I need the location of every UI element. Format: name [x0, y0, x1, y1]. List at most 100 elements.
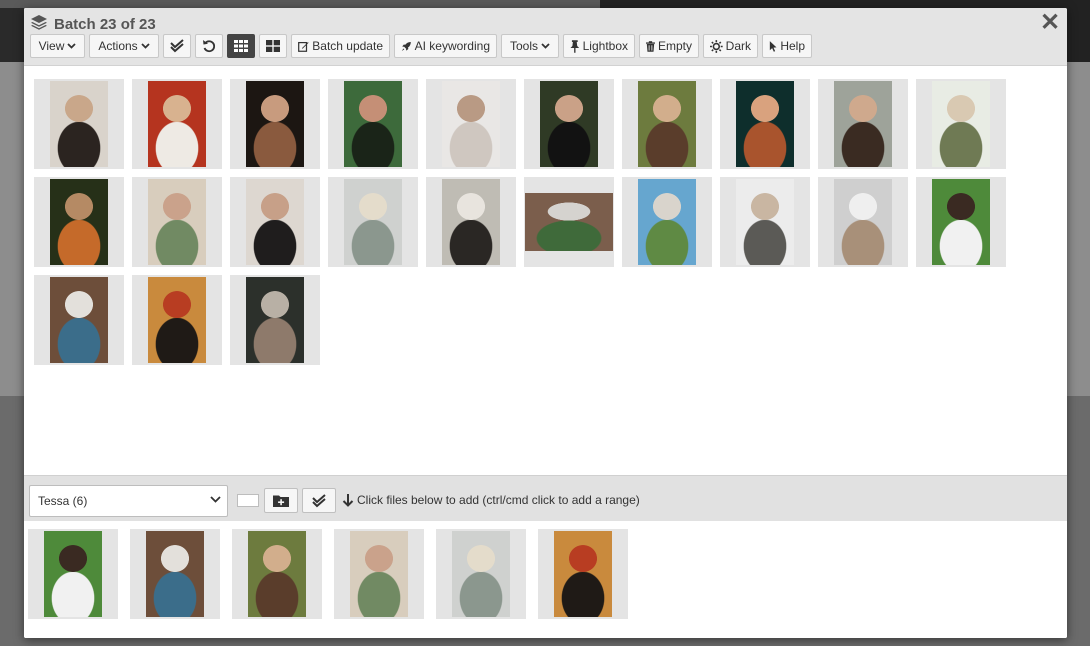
collection-thumbnail[interactable] [130, 529, 220, 619]
help-label: Help [780, 39, 805, 53]
batch-thumbnail[interactable] [426, 177, 516, 267]
grid-small-icon [234, 40, 248, 52]
batch-thumbnail[interactable] [34, 177, 124, 267]
batch-thumbnail[interactable] [524, 177, 614, 267]
collection-thumbnail[interactable] [538, 529, 628, 619]
lightbox-label: Lightbox [582, 39, 628, 53]
modal-title-text: Batch 23 of 23 [54, 15, 156, 33]
cursor-icon [769, 40, 777, 52]
batch-thumbnail[interactable] [622, 177, 712, 267]
ai-keywording-button[interactable]: AI keywording [394, 34, 497, 58]
photo-image [350, 531, 408, 617]
undo-icon [203, 40, 216, 53]
chevron-down-icon [67, 43, 77, 49]
chevron-down-icon [541, 43, 550, 49]
batch-thumbnail[interactable] [524, 79, 614, 169]
chevron-down-icon [141, 43, 150, 49]
photo-image [525, 193, 613, 251]
photo-image [452, 531, 510, 617]
select-collection-button[interactable] [302, 488, 336, 513]
collection-action-bar: Tessa (6) Click files below to add (ctrl… [24, 475, 1067, 521]
photo-image [344, 179, 402, 265]
actions-label: Actions [98, 39, 138, 53]
photo-image [344, 81, 402, 167]
photo-image [834, 179, 892, 265]
batch-thumbnail[interactable] [34, 79, 124, 169]
collection-count-input[interactable] [237, 494, 259, 507]
batch-thumbnail[interactable] [622, 79, 712, 169]
edit-icon [298, 41, 309, 52]
batch-thumbnail[interactable] [818, 177, 908, 267]
photo-image [638, 179, 696, 265]
help-button[interactable]: Help [762, 34, 812, 58]
photo-image [540, 81, 598, 167]
batch-modal: Batch 23 of 23 ✕ View Actions Batch upda… [24, 8, 1067, 638]
ai-keywording-label: AI keywording [414, 39, 490, 53]
collection-thumbnail[interactable] [436, 529, 526, 619]
batch-thumbnail[interactable] [916, 177, 1006, 267]
batch-thumbnail[interactable] [230, 79, 320, 169]
batch-thumbnail[interactable] [132, 275, 222, 365]
view-dropdown-button[interactable]: View [30, 34, 85, 58]
lightbox-button[interactable]: Lightbox [563, 34, 635, 58]
folder-plus-icon [273, 495, 289, 507]
sun-icon [710, 39, 723, 53]
batch-update-button[interactable]: Batch update [291, 34, 390, 58]
tools-label: Tools [509, 39, 538, 53]
modal-header: Batch 23 of 23 ✕ View Actions Batch upda… [24, 8, 1067, 66]
double-check-icon [170, 39, 184, 53]
batch-thumbnail[interactable] [34, 275, 124, 365]
double-check-icon [312, 493, 326, 507]
photo-image [442, 179, 500, 265]
photo-image [246, 179, 304, 265]
actions-dropdown-button[interactable]: Actions [89, 34, 159, 58]
photo-image [442, 81, 500, 167]
collection-select-value: Tessa (6) [38, 494, 88, 508]
photo-image [148, 179, 206, 265]
empty-button[interactable]: Empty [639, 34, 699, 58]
trash-icon [646, 40, 655, 52]
batch-thumbnail[interactable] [818, 79, 908, 169]
collection-select[interactable]: Tessa (6) [29, 485, 228, 517]
modal-title: Batch 23 of 23 [30, 14, 156, 34]
background-left-header [0, 8, 24, 62]
photo-image [148, 81, 206, 167]
photo-image [932, 179, 990, 265]
empty-label: Empty [657, 39, 692, 53]
batch-thumbnail[interactable] [916, 79, 1006, 169]
batch-thumbnail[interactable] [132, 177, 222, 267]
photo-image [638, 81, 696, 167]
select-all-button[interactable] [163, 34, 191, 58]
grid-view-large-button[interactable] [259, 34, 287, 58]
pin-icon [570, 39, 580, 53]
undo-button[interactable] [195, 34, 223, 58]
batch-thumbnail[interactable] [230, 177, 320, 267]
grid-view-small-button[interactable] [227, 34, 255, 58]
batch-thumbnail[interactable] [328, 177, 418, 267]
batch-thumbnail[interactable] [328, 79, 418, 169]
background-left-page [0, 62, 24, 396]
photo-image [736, 179, 794, 265]
photo-image [834, 81, 892, 167]
batch-thumbnail[interactable] [720, 79, 810, 169]
layers-icon [30, 14, 48, 34]
photo-image [554, 531, 612, 617]
photo-image [146, 531, 204, 617]
background-right-page [1066, 62, 1090, 396]
collection-thumbnail[interactable] [28, 529, 118, 619]
dark-mode-button[interactable]: Dark [703, 34, 758, 58]
collection-thumbnail[interactable] [334, 529, 424, 619]
collection-hint-text: Click files below to add (ctrl/cmd click… [357, 493, 640, 507]
photo-image [246, 277, 304, 363]
tools-dropdown-button[interactable]: Tools [501, 34, 559, 58]
collection-thumbnail[interactable] [232, 529, 322, 619]
batch-thumbnail[interactable] [230, 275, 320, 365]
close-icon[interactable]: ✕ [1040, 11, 1060, 35]
batch-thumbnail[interactable] [132, 79, 222, 169]
photo-image [50, 81, 108, 167]
toolbar: View Actions Batch update AI keywording … [30, 34, 812, 58]
add-to-collection-button[interactable] [264, 488, 298, 513]
batch-thumbnail[interactable] [720, 177, 810, 267]
batch-thumbnail[interactable] [426, 79, 516, 169]
dark-label: Dark [725, 39, 751, 53]
